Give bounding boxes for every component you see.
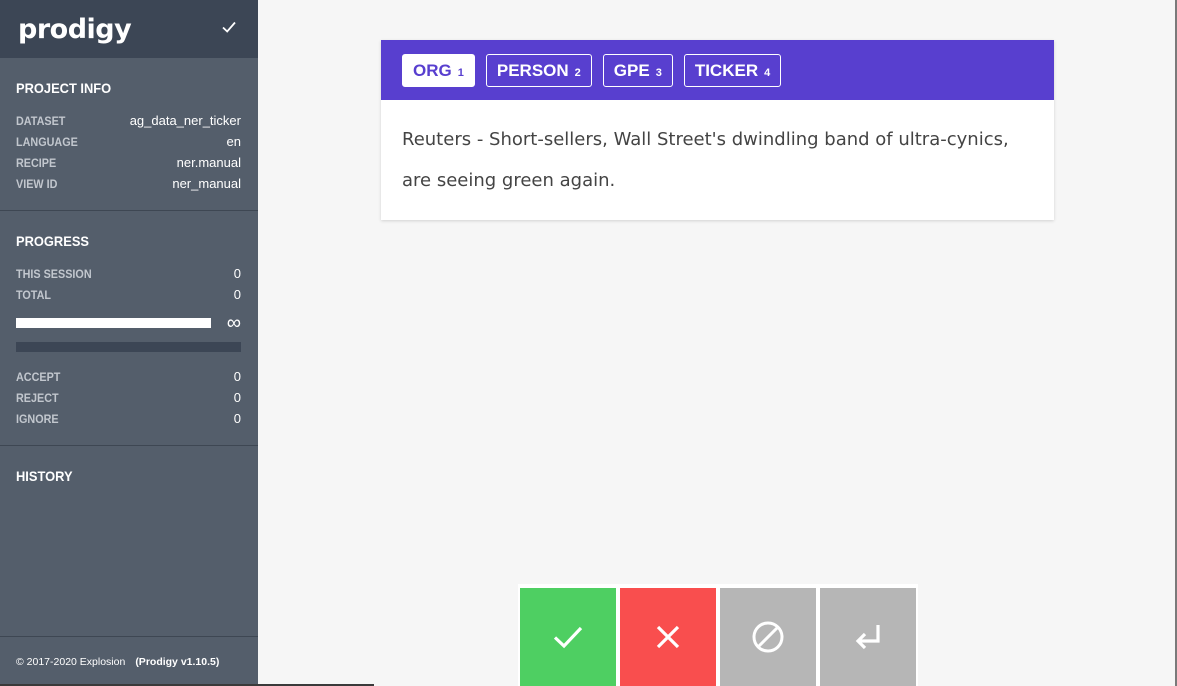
label-name: GPE: [613, 60, 650, 80]
progress-row-this-session: THIS SESSION 0: [16, 263, 241, 284]
progress-bar: [16, 318, 211, 328]
progress-value: 0: [233, 390, 241, 405]
label-name: PERSON: [496, 60, 569, 80]
check-icon: [553, 626, 583, 649]
ban-icon: [752, 621, 784, 653]
progress-value: 0: [233, 411, 241, 426]
label-gpe-button[interactable]: GPE 3: [602, 53, 673, 87]
info-key: DATASET: [16, 113, 66, 128]
label-org-button[interactable]: ORG 1: [402, 53, 475, 87]
history-title: HISTORY: [16, 468, 73, 484]
info-row-dataset: DATASET ag_data_ner_ticker: [16, 110, 241, 131]
reject-button[interactable]: [620, 588, 716, 686]
progress-key: THIS SESSION: [16, 266, 92, 281]
accept-button[interactable]: [520, 588, 616, 686]
progress-key: ACCEPT: [16, 369, 61, 384]
sidebar-footer: © 2017-2020 Explosion (Prodigy v1.10.5): [0, 636, 258, 686]
info-key: RECIPE: [16, 155, 57, 170]
progress-bar-row: ∞: [16, 312, 241, 334]
progress-title: PROGRESS: [16, 233, 90, 249]
progress-value: 0: [233, 266, 241, 281]
progress-row-total: TOTAL 0: [16, 284, 241, 305]
ignore-button[interactable]: [720, 588, 816, 686]
infinity-icon: ∞: [226, 312, 241, 334]
label-shortcut: 1: [457, 66, 464, 79]
progress-row-accept: ACCEPT 0: [16, 366, 241, 387]
progress-key: REJECT: [16, 390, 59, 405]
label-shortcut: 3: [655, 66, 662, 79]
info-value: ner_manual: [172, 176, 241, 191]
project-info-section: PROJECT INFO DATASET ag_data_ner_ticker …: [0, 58, 258, 211]
history-section: HISTORY: [0, 446, 258, 514]
progress-value: 0: [233, 369, 241, 384]
copyright-text: © 2017-2020 Explosion: [16, 655, 126, 668]
progress-key: IGNORE: [16, 411, 59, 426]
annotation-card: ORG 1 PERSON 2 GPE 3 TICKER 4 Reuters - …: [381, 40, 1054, 220]
project-info-title: PROJECT INFO: [16, 80, 112, 96]
label-name: TICKER: [694, 60, 759, 80]
prodigy-logo: prodigy: [18, 13, 132, 45]
version-text: (Prodigy v1.10.5): [135, 655, 220, 668]
info-value: ag_data_ner_ticker: [129, 113, 241, 128]
sidebar: prodigy PROJECT INFO DATASET ag_data_ner…: [0, 0, 258, 686]
info-row-view-id: VIEW ID ner_manual: [16, 173, 241, 194]
info-value: ner.manual: [176, 155, 241, 170]
label-bar: ORG 1 PERSON 2 GPE 3 TICKER 4: [381, 40, 1054, 100]
close-icon: [656, 625, 680, 649]
label-shortcut: 2: [574, 66, 581, 79]
sidebar-header: prodigy: [0, 0, 258, 58]
progress-key: TOTAL: [16, 287, 52, 302]
action-bar: [518, 584, 918, 686]
info-value: en: [226, 134, 241, 149]
label-shortcut: 4: [764, 66, 771, 79]
undo-icon: [855, 625, 880, 650]
label-name: ORG: [413, 60, 452, 80]
annotation-text[interactable]: Reuters - Short-sellers, Wall Street's d…: [381, 100, 1054, 201]
undo-button[interactable]: [820, 588, 916, 686]
info-key: VIEW ID: [16, 176, 58, 191]
label-ticker-button[interactable]: TICKER 4: [683, 53, 782, 87]
info-row-language: LANGUAGE en: [16, 131, 241, 152]
progress-section: PROGRESS THIS SESSION 0 TOTAL 0 ∞ ACCEPT…: [0, 211, 258, 446]
info-row-recipe: RECIPE ner.manual: [16, 152, 241, 173]
label-person-button[interactable]: PERSON 2: [485, 53, 592, 87]
progress-row-reject: REJECT 0: [16, 387, 241, 408]
session-bar: [16, 342, 241, 352]
save-check-icon[interactable]: [220, 18, 238, 41]
info-key: LANGUAGE: [16, 134, 78, 149]
progress-row-ignore: IGNORE 0: [16, 408, 241, 429]
progress-value: 0: [233, 287, 241, 302]
